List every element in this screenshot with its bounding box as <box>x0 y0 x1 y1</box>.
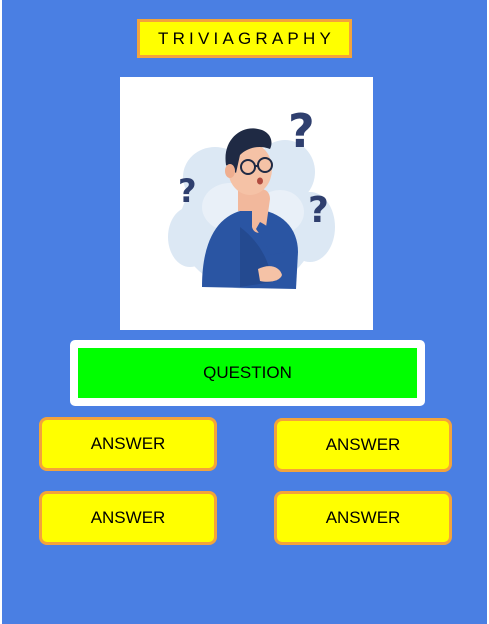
trivia-app: TRIVIAGRAPHY ? ? ? QUESTION ANSWER ANSWE… <box>2 0 487 624</box>
answer-button-1[interactable]: ANSWER <box>39 417 217 471</box>
svg-text:?: ? <box>308 190 329 231</box>
question-illustration: ? ? ? <box>120 77 373 330</box>
answer-button-4[interactable]: ANSWER <box>274 491 452 545</box>
answer-button-3[interactable]: ANSWER <box>39 491 217 545</box>
answer-button-2[interactable]: ANSWER <box>274 418 452 472</box>
svg-text:?: ? <box>178 172 197 210</box>
thinking-person-illustration: ? ? ? <box>168 104 335 289</box>
svg-text:?: ? <box>288 104 315 158</box>
question-panel: QUESTION <box>70 340 425 406</box>
question-text: QUESTION <box>78 348 417 398</box>
app-title: TRIVIAGRAPHY <box>137 19 352 58</box>
